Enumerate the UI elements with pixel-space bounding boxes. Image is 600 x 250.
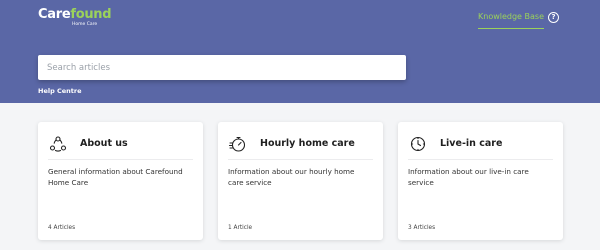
card-description: Information about our hourly home care s…	[228, 167, 355, 187]
card-title: Live-in care	[440, 138, 503, 149]
card-header: Hourly home care	[228, 134, 373, 158]
clock-icon	[408, 134, 428, 154]
breadcrumb-help-centre[interactable]: Help Centre	[38, 87, 82, 95]
category-card-about-us[interactable]: About us General information about Caref…	[38, 122, 203, 240]
category-card-hourly-home-care[interactable]: Hourly home care Information about our h…	[218, 122, 383, 240]
brand-tagline: Home Care	[72, 22, 98, 27]
card-divider	[48, 159, 193, 160]
people-cycle-icon	[48, 134, 68, 154]
card-title: Hourly home care	[260, 138, 355, 149]
stopwatch-icon	[228, 134, 248, 154]
knowledge-base-link[interactable]: Knowledge Base	[478, 12, 544, 29]
article-count: 3 Articles	[408, 225, 436, 231]
hero-header: Carefound Home Care Knowledge Base ? Hel…	[0, 0, 600, 103]
card-header: About us	[48, 134, 193, 158]
card-description: Information about our live-in care servi…	[408, 167, 529, 187]
card-divider	[228, 159, 373, 160]
article-count: 4 Articles	[48, 225, 76, 231]
search-input[interactable]	[38, 55, 406, 80]
card-title: About us	[80, 138, 128, 149]
article-count: 1 Article	[228, 225, 253, 231]
brand-logo[interactable]: Carefound Home Care	[38, 7, 112, 27]
help-circle-icon[interactable]: ?	[548, 12, 559, 23]
category-card-live-in-care[interactable]: Live-in care Information about our live-…	[398, 122, 563, 240]
card-divider	[408, 159, 553, 160]
card-header: Live-in care	[408, 134, 553, 158]
card-description: General information about Carefound Home…	[48, 167, 183, 187]
